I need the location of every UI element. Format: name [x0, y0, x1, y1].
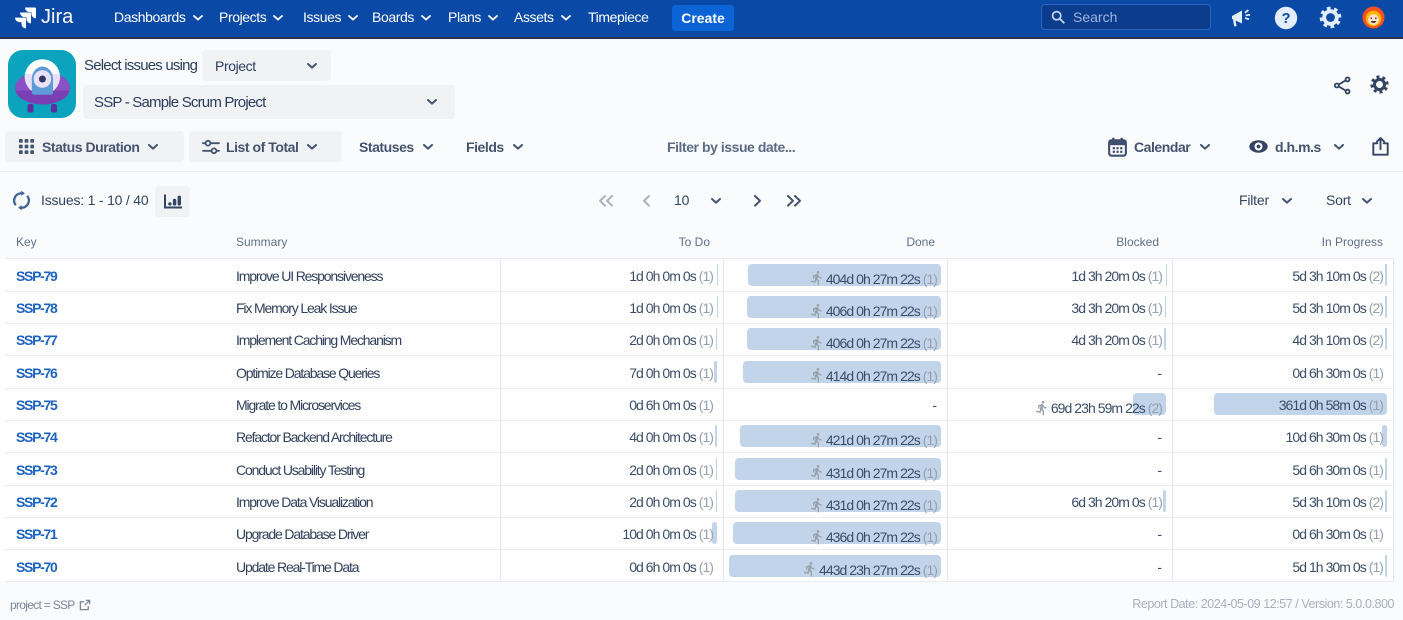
- svg-text:?: ?: [1282, 11, 1291, 27]
